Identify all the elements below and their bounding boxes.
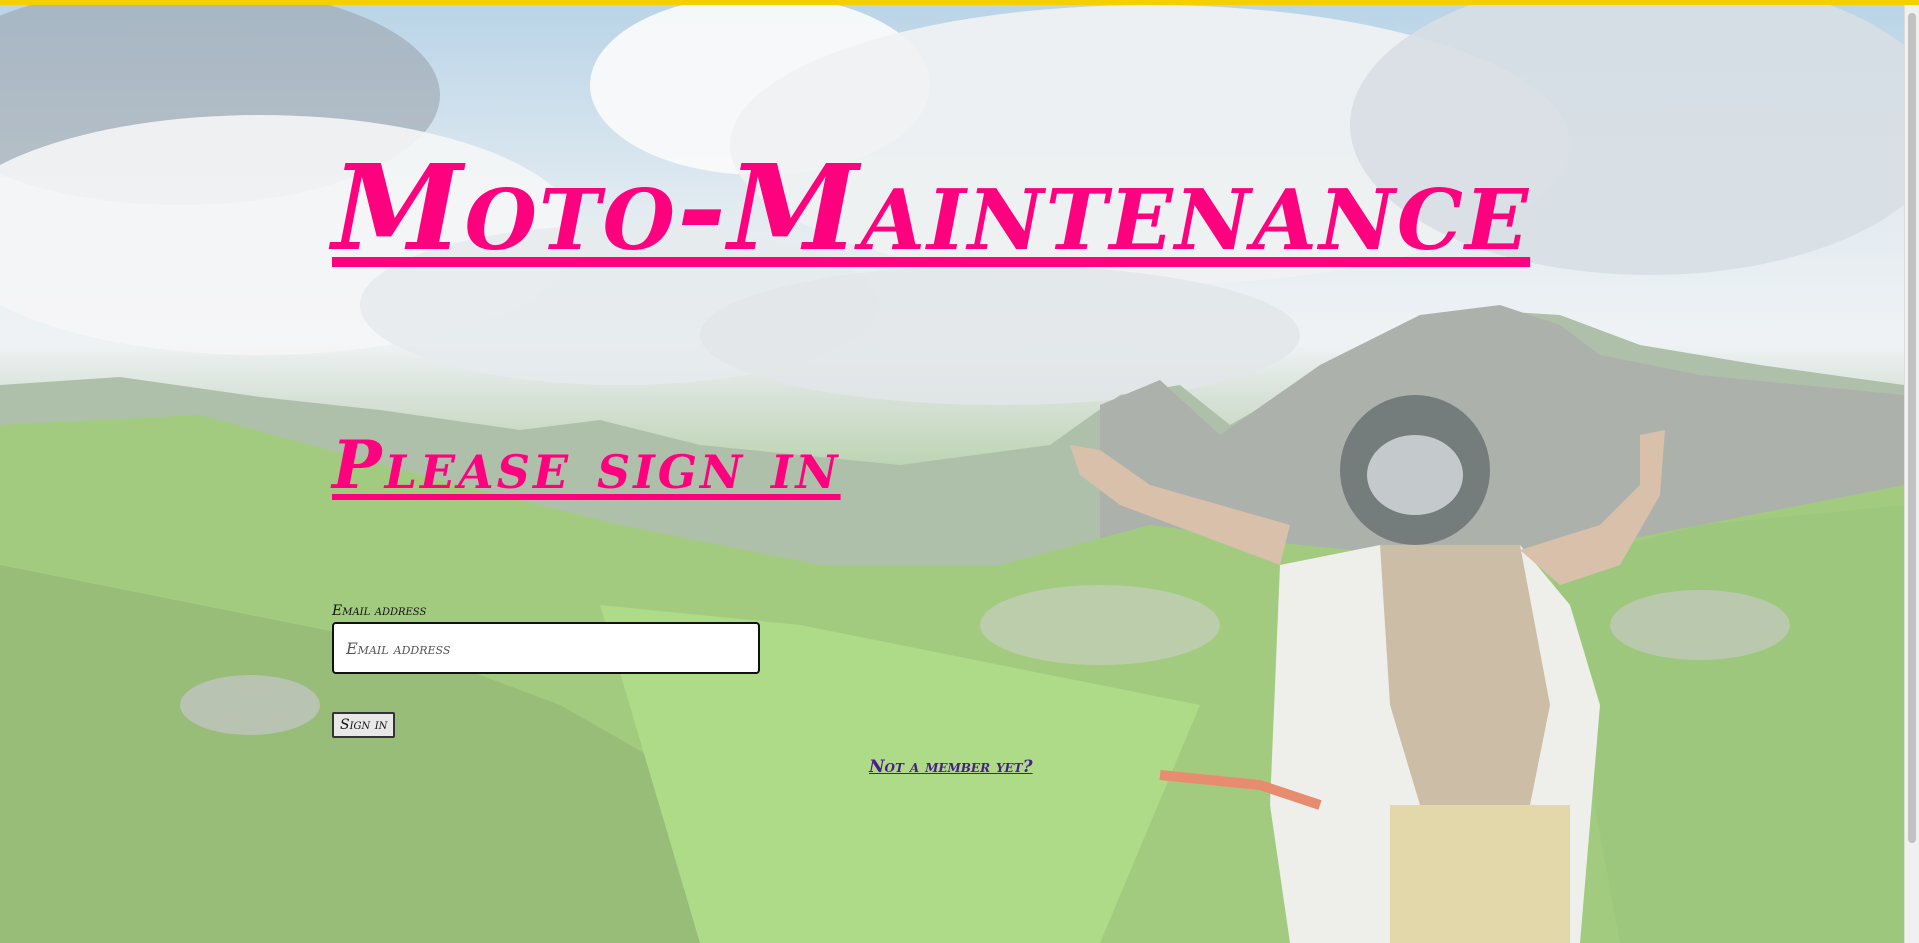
sign-in-button[interactable]: Sign in — [332, 712, 396, 738]
email-field[interactable] — [332, 622, 760, 674]
signin-heading: Please sign in — [332, 426, 841, 504]
scrollbar-thumb[interactable] — [1908, 13, 1916, 843]
vertical-scrollbar[interactable] — [1904, 5, 1919, 943]
register-link[interactable]: Not a member yet? — [869, 757, 1033, 777]
top-accent-bar — [0, 0, 1919, 5]
email-label: Email address — [332, 603, 427, 619]
site-title: Moto-Maintenance — [332, 138, 1531, 277]
